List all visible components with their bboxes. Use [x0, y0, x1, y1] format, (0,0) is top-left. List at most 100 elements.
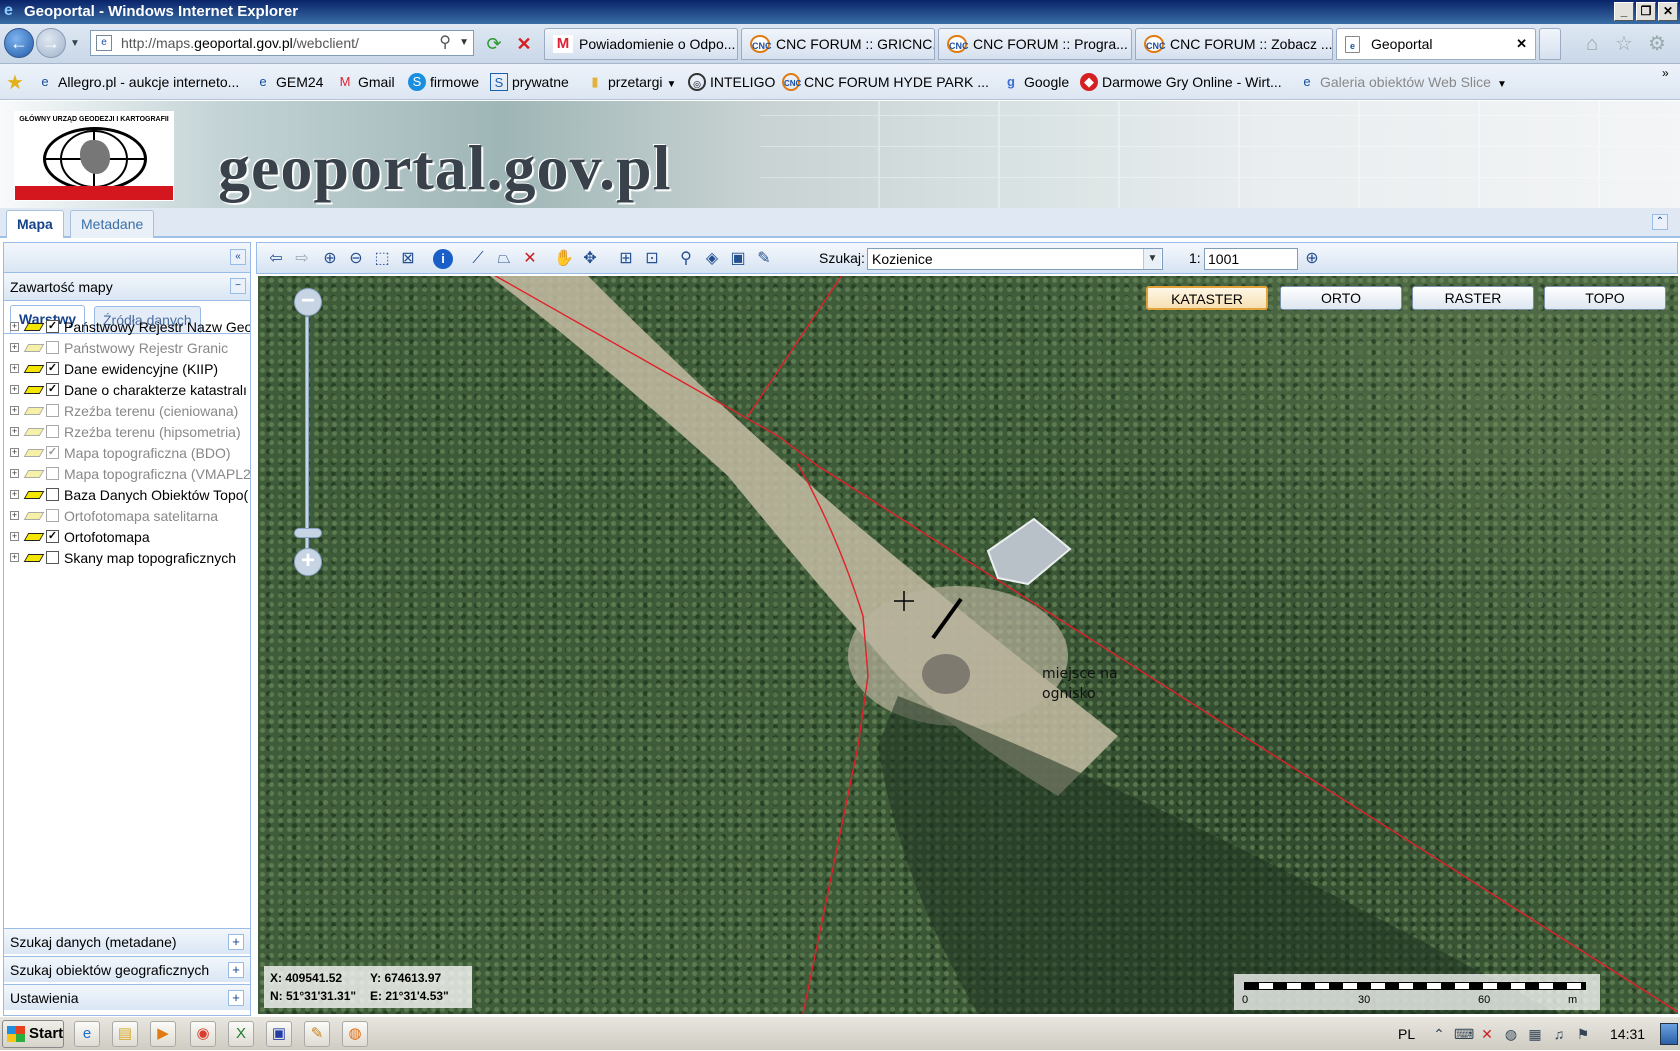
more-favorites-icon[interactable]: » — [1662, 66, 1669, 80]
new-tab-button[interactable] — [1539, 28, 1561, 60]
favorite-folder-przetargi[interactable]: ▮ przetargi ▼ — [586, 72, 676, 92]
layer-checkbox[interactable]: ✓ — [46, 362, 59, 375]
search-dropdown-icon[interactable]: ▼ — [1143, 249, 1161, 269]
expand-icon[interactable]: + — [228, 990, 244, 1006]
devices-icon[interactable]: ▦ — [1526, 1025, 1544, 1043]
measure-area-icon[interactable]: ⏢ — [493, 248, 515, 270]
layer-checkbox[interactable]: ✓ — [46, 320, 59, 333]
search-input[interactable]: Kozienice — [867, 248, 1163, 270]
home-icon[interactable]: ⌂ — [1580, 32, 1604, 56]
map-button-kataster[interactable]: KATASTER — [1146, 286, 1268, 310]
address-bar[interactable]: e http://maps.geoportal.gov.pl/webclient… — [90, 30, 474, 56]
measure-distance-icon[interactable]: ⟋ — [467, 248, 489, 270]
zoom-out-icon[interactable]: ⊖ — [345, 248, 367, 270]
search-map-icon[interactable]: ⚲ — [675, 248, 697, 270]
favorites-star-icon[interactable]: ☆ — [1612, 32, 1636, 56]
favorite-prywatne[interactable]: Sprywatne — [490, 72, 569, 92]
favorite-google[interactable]: g Google — [1002, 72, 1069, 92]
excel-icon[interactable]: X — [228, 1021, 254, 1047]
browser-tab-cnc-forum-1[interactable]: CNC CNC FORUM :: GRICNC... — [741, 28, 935, 60]
edit-icon[interactable]: ✎ — [753, 248, 775, 270]
favorite-gem24[interactable]: e GEM24 — [254, 72, 323, 92]
layer-row[interactable]: + Rzeźba terenu (hipsometria) — [10, 422, 250, 442]
layer-row[interactable]: + Skany map topograficznych — [10, 548, 250, 568]
expand-node-icon[interactable]: + — [10, 532, 19, 541]
expand-node-icon[interactable]: + — [10, 448, 19, 457]
layer-checkbox[interactable]: ✓ — [46, 383, 59, 396]
collapse-header-button[interactable]: ⌃ — [1652, 214, 1668, 230]
add-layer-icon[interactable]: ⊞ — [615, 248, 637, 270]
refresh-icon[interactable]: ⟳ — [482, 32, 506, 56]
layer-row[interactable]: + Baza Danych Obiektów Topo( — [10, 485, 250, 505]
zoom-in-button[interactable]: + — [294, 548, 322, 576]
browser-tab-cnc-forum-2[interactable]: CNC CNC FORUM :: Progra... — [938, 28, 1132, 60]
layer-checkbox[interactable]: ✓ — [46, 530, 59, 543]
recent-pages-dropdown-icon[interactable]: ▼ — [70, 38, 80, 49]
print-icon[interactable]: ◈ — [701, 248, 723, 270]
collapse-map-content-button[interactable]: − — [230, 278, 246, 294]
layer-row[interactable]: + Mapa topograficzna (VMAPL2 — [10, 464, 250, 484]
layer-row[interactable]: + Rzeźba terenu (cieniowana) — [10, 401, 250, 421]
zoom-rectangle-icon[interactable]: ⬚ — [371, 248, 393, 270]
previous-view-icon[interactable]: ⇦ — [265, 248, 287, 270]
favorite-inteligo[interactable]: ◎ INTELIGO — [688, 72, 775, 92]
layer-row[interactable]: + ✓ Dane ewidencyjne (KIIP) — [10, 359, 250, 379]
layer-row[interactable]: + ✓ Państwowy Rejestr Nazw Geo — [10, 317, 250, 337]
search-address-icon[interactable]: ⚲ — [439, 31, 451, 55]
layer-row[interactable]: + Ortofotomapa satelitarna — [10, 506, 250, 526]
layer-row[interactable]: + ✓ Dane o charakterze katastralı — [10, 380, 250, 400]
language-indicator[interactable]: PL — [1398, 1017, 1415, 1051]
browser-tab-cnc-forum-3[interactable]: CNC CNC FORUM :: Zobacz ... — [1135, 28, 1333, 60]
favorite-darmowe-gry[interactable]: ◆ Darmowe Gry Online - Wirt... — [1080, 72, 1282, 92]
minimize-button[interactable]: _ — [1614, 2, 1634, 21]
forward-button[interactable]: → — [36, 28, 66, 58]
show-hidden-icons-icon[interactable]: ⌃ — [1430, 1025, 1448, 1043]
map-button-orto[interactable]: ORTO — [1280, 286, 1402, 310]
start-button[interactable]: Start — [2, 1020, 64, 1048]
expand-node-icon[interactable]: + — [10, 511, 19, 520]
expand-node-icon[interactable]: + — [10, 364, 19, 373]
address-dropdown-icon[interactable]: ▼ — [459, 31, 469, 55]
map-view[interactable]: miejsce na ognisko KATASTER ORTO RASTER … — [258, 276, 1678, 1014]
globe-icon[interactable]: ◍ — [1502, 1025, 1520, 1043]
gear-icon[interactable]: ⚙ — [1645, 32, 1669, 56]
cad-app-icon[interactable]: ✎ — [304, 1021, 330, 1047]
save-floppy-icon[interactable]: ▣ — [266, 1021, 292, 1047]
clear-measure-icon[interactable]: ✕ — [519, 248, 541, 270]
chrome-icon[interactable]: ◉ — [190, 1021, 216, 1047]
zoom-slider-thumb[interactable] — [294, 528, 322, 538]
section-szukaj-danych[interactable]: Szukaj danych (metadane) + — [4, 928, 250, 954]
info-icon[interactable]: i — [433, 249, 453, 269]
favorite-allegro[interactable]: e Allegro.pl - aukcje interneto... — [36, 72, 239, 92]
favorite-cnc-forum[interactable]: CNC CNC FORUM HYDE PARK ... — [782, 72, 989, 92]
zoom-out-button[interactable]: − — [294, 288, 322, 316]
map-button-raster[interactable]: RASTER — [1412, 286, 1534, 310]
map-button-topo[interactable]: TOPO — [1544, 286, 1666, 310]
expand-icon[interactable]: + — [228, 962, 244, 978]
expand-node-icon[interactable]: + — [10, 490, 19, 499]
save-icon[interactable]: ▣ — [727, 248, 749, 270]
clock[interactable]: 14:31 — [1610, 1017, 1645, 1051]
pan-globe-icon[interactable]: ✥ — [579, 248, 601, 270]
action-center-icon[interactable]: ⚑ — [1574, 1025, 1592, 1043]
layer-checkbox[interactable] — [46, 404, 59, 417]
section-ustawienia[interactable]: Ustawienia + — [4, 984, 250, 1010]
layer-row[interactable]: + ✓ Mapa topograficzna (BDO) — [10, 443, 250, 463]
favorites-center-star-icon[interactable]: ★ — [6, 70, 24, 95]
expand-node-icon[interactable]: + — [10, 469, 19, 478]
network-error-icon[interactable]: ✕ — [1478, 1025, 1496, 1043]
expand-node-icon[interactable]: + — [10, 553, 19, 562]
scale-input[interactable]: 1001 — [1204, 248, 1298, 270]
section-szukaj-obiektow[interactable]: Szukaj obiektów geograficznych + — [4, 956, 250, 982]
favorite-firmowe[interactable]: Sfirmowe — [408, 72, 479, 92]
tab-metadane[interactable]: Metadane — [70, 210, 155, 238]
next-view-icon[interactable]: ⇨ — [291, 248, 313, 270]
add-service-icon[interactable]: ⊡ — [641, 248, 663, 270]
expand-node-icon[interactable]: + — [10, 427, 19, 436]
layer-checkbox[interactable]: ✓ — [46, 446, 59, 459]
browser-tab-geoportal[interactable]: e Geoportal ✕ — [1336, 28, 1536, 60]
close-window-button[interactable]: ✕ — [1658, 2, 1678, 21]
back-button[interactable]: ← — [4, 28, 34, 58]
layer-checkbox[interactable] — [46, 488, 59, 501]
tab-mapa[interactable]: Mapa — [6, 210, 64, 238]
